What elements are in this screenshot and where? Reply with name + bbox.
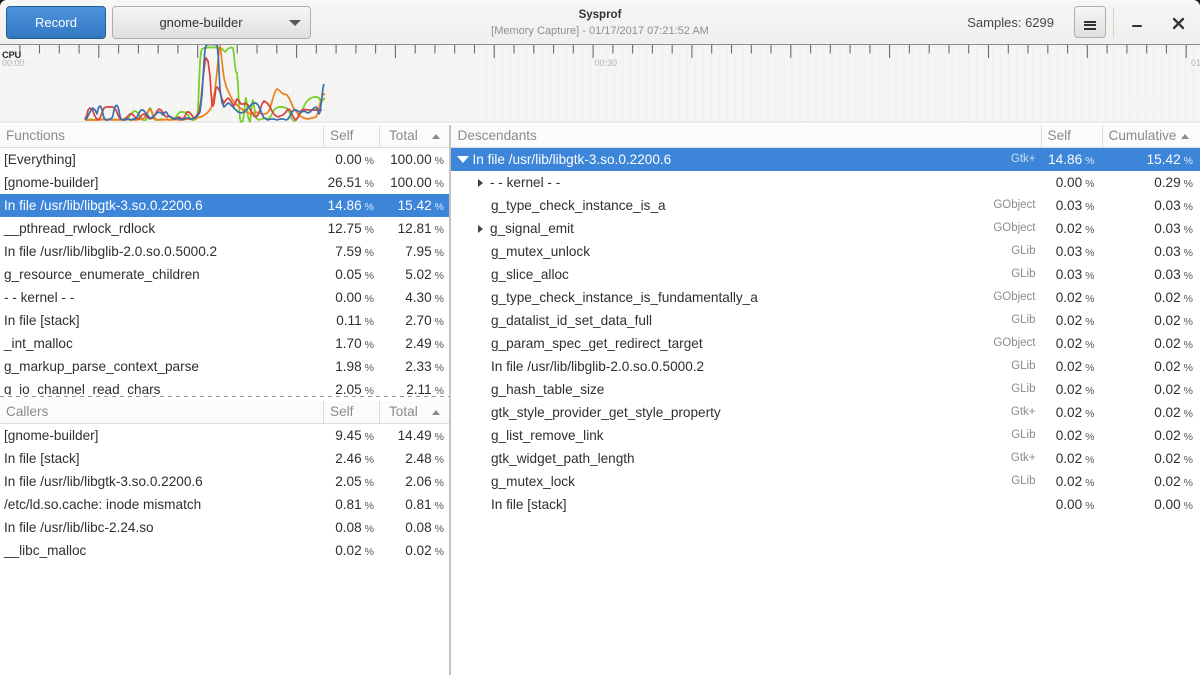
- svg-text:01:00: 01:00: [1191, 58, 1200, 68]
- svg-text:00:30: 00:30: [595, 58, 618, 68]
- svg-text:00:00: 00:00: [2, 58, 25, 68]
